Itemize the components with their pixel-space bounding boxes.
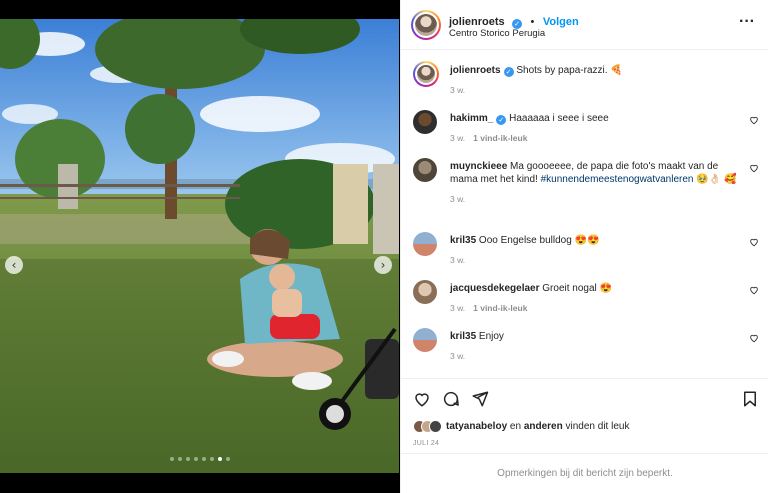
post-side-panel: jolienroets ✓ • Volgen Centro Storico Pe… <box>400 0 768 493</box>
heart-icon[interactable] <box>749 333 759 343</box>
comment-time: 3 w. <box>450 194 466 204</box>
comment-time: 3 w. <box>450 303 466 313</box>
carousel-dot <box>186 457 190 461</box>
verified-badge-icon: ✓ <box>503 67 514 77</box>
comment-likes[interactable]: 1 vind-ik-leuk <box>473 133 527 143</box>
post-date[interactable]: JULI 24 <box>413 440 439 447</box>
photo-illustration <box>0 19 399 473</box>
comments-list: jolienroets ✓ Shots by papa-razzi. 🍕 3 w.… <box>401 51 768 377</box>
comment-time: 3 w. <box>450 255 466 265</box>
comment-username[interactable]: muynckieee <box>450 161 507 172</box>
carousel-dot <box>210 457 214 461</box>
caption-username[interactable]: jolienroets <box>450 65 501 76</box>
heart-icon[interactable] <box>749 115 759 125</box>
caption-avatar[interactable] <box>413 61 439 87</box>
carousel-dot <box>202 457 206 461</box>
comment-likes[interactable]: 1 vind-ik-leuk <box>473 303 527 313</box>
verified-badge-icon: ✓ <box>496 115 507 125</box>
heart-icon[interactable] <box>749 285 759 295</box>
liker-username[interactable]: tatyanabeloy <box>446 421 507 432</box>
carousel-dot <box>194 457 198 461</box>
header-separator: • <box>530 16 535 28</box>
heart-icon[interactable] <box>749 163 759 173</box>
comment-text-after: 🥹👌🏻 🥰 <box>693 174 737 185</box>
post-photo[interactable]: ‹ › <box>0 19 399 473</box>
share-icon[interactable] <box>471 390 489 408</box>
commenter-avatar[interactable] <box>413 110 437 134</box>
more-horizontal-icon[interactable]: ··· <box>739 14 755 30</box>
likes-connector: en <box>507 421 524 432</box>
commenter-avatar[interactable] <box>413 232 437 256</box>
carousel-dot <box>170 457 174 461</box>
comment-username[interactable]: kril35 <box>450 331 476 342</box>
comment-time: 3 w. <box>450 133 466 143</box>
comment-time: 3 w. <box>450 351 466 361</box>
author-avatar[interactable] <box>411 10 441 40</box>
bookmark-icon[interactable] <box>741 390 759 408</box>
comments-restricted-notice: Opmerkingen bij dit bericht zijn beperkt… <box>401 453 768 493</box>
author-username[interactable]: jolienroets <box>449 16 505 28</box>
carousel-dot-active <box>218 457 222 461</box>
commenter-avatar[interactable] <box>413 280 437 304</box>
carousel-dots <box>170 457 230 461</box>
post-header: jolienroets ✓ • Volgen Centro Storico Pe… <box>401 0 768 50</box>
likes-others-link[interactable]: anderen <box>524 421 563 432</box>
comment-icon[interactable] <box>442 390 460 408</box>
heart-icon[interactable] <box>749 237 759 247</box>
comment-text: Ooo Engelse bulldog 😍😍 <box>478 235 600 246</box>
post-location[interactable]: Centro Storico Perugia <box>449 28 545 39</box>
comment-text: Groeit nogal 😍 <box>542 283 612 294</box>
heart-icon[interactable] <box>413 390 431 408</box>
comment-hashtag[interactable]: #kunnendemeestenogwatvanleren <box>541 174 694 185</box>
carousel-next-button[interactable]: › <box>374 256 392 274</box>
follow-button[interactable]: Volgen <box>543 16 579 28</box>
likes-suffix: vinden dit leuk <box>562 421 630 432</box>
comment-username[interactable]: jacquesdekegelaer <box>450 283 540 294</box>
commenter-avatar[interactable] <box>413 328 437 352</box>
commenter-avatar[interactable] <box>413 158 437 182</box>
carousel-dot <box>226 457 230 461</box>
comment-username[interactable]: kril35 <box>450 235 476 246</box>
carousel-dot <box>178 457 182 461</box>
liker-avatar <box>429 420 442 433</box>
comment-text: Haaaaaa i seee i seee <box>509 113 609 124</box>
post-photo-area: ‹ › <box>0 0 399 493</box>
caption-text: Shots by papa-razzi. 🍕 <box>516 65 623 76</box>
comment-text: Enjoy <box>478 331 504 342</box>
comment-username[interactable]: hakimm_ <box>450 113 493 124</box>
caption-time: 3 w. <box>450 85 466 95</box>
likes-summary: tatyanabeloy en anderen vinden dit leuk <box>413 420 629 433</box>
carousel-prev-button[interactable]: ‹ <box>5 256 23 274</box>
